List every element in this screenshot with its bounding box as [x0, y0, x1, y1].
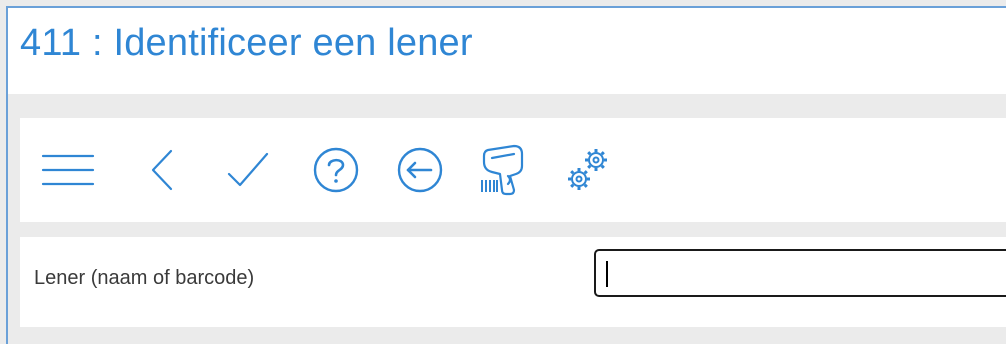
- back-button[interactable]: [134, 144, 190, 196]
- gears-icon: [568, 149, 607, 190]
- barcode-scanner-icon: [481, 144, 524, 196]
- question-circle-icon: [313, 147, 359, 193]
- app-window: 411 : Identificeer een lener Lener (naam…: [6, 6, 1006, 344]
- toolbar: [20, 118, 1006, 222]
- borrower-input[interactable]: [594, 249, 1006, 297]
- page-title: 411 : Identificeer een lener: [20, 22, 473, 64]
- checkmark-icon: [227, 152, 269, 187]
- help-button[interactable]: [308, 144, 364, 196]
- settings-button[interactable]: [560, 144, 616, 196]
- barcode-scanner-button[interactable]: [476, 144, 532, 196]
- text-caret: [606, 261, 608, 287]
- chevron-left-icon: [151, 149, 173, 191]
- borrower-label: Lener (naam of barcode): [34, 267, 255, 289]
- arrow-left-circle-icon: [397, 147, 443, 193]
- menu-button[interactable]: [40, 144, 96, 196]
- title-bar: 411 : Identificeer een lener: [8, 8, 1006, 94]
- return-button[interactable]: [392, 144, 448, 196]
- borrower-form-row: Lener (naam of barcode): [20, 237, 1006, 327]
- confirm-button[interactable]: [220, 144, 276, 196]
- hamburger-menu-icon: [41, 154, 95, 186]
